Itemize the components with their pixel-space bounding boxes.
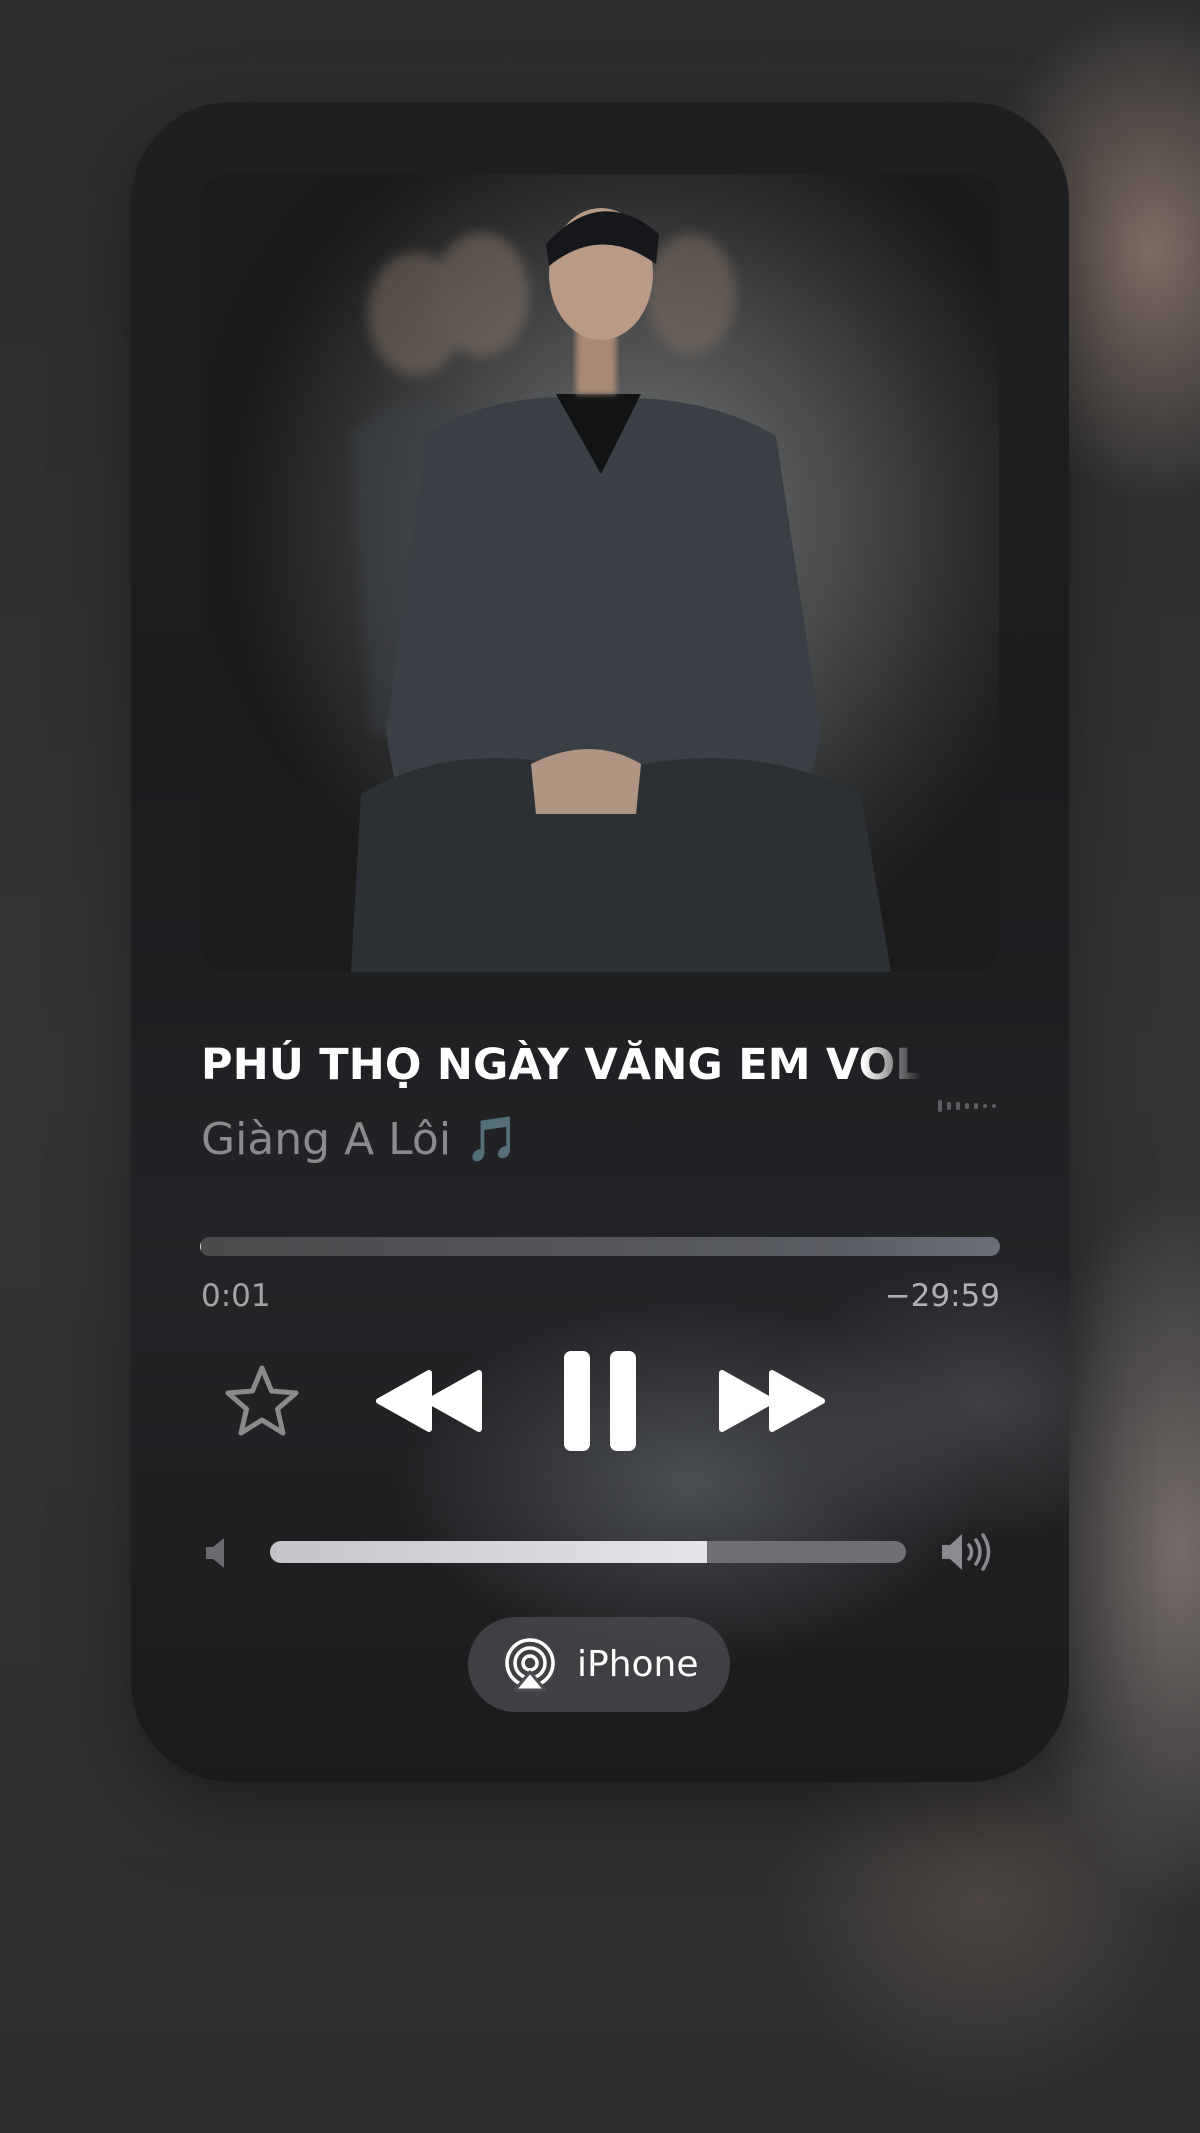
airplay-icon: [505, 1637, 555, 1691]
output-device-label: iPhone: [577, 1644, 699, 1685]
audio-level-icon: [938, 1100, 996, 1112]
album-artwork: [201, 174, 999, 972]
remaining-time: −29:59: [884, 1278, 1000, 1314]
track-title: PHÚ THỌ NGÀY VẮNG EM VOL 10: [201, 1040, 921, 1090]
pause-icon[interactable]: [562, 1349, 638, 1453]
volume-low-icon: [206, 1538, 224, 1568]
star-icon[interactable]: [222, 1362, 302, 1442]
fast-forward-icon[interactable]: [718, 1369, 826, 1433]
artist-name: Giàng A Lôi 🎵: [201, 1114, 520, 1165]
volume-level-fill: [270, 1541, 707, 1563]
playback-scrubber[interactable]: [200, 1237, 1000, 1256]
rewind-icon[interactable]: [375, 1369, 483, 1433]
volume-high-icon: [942, 1533, 991, 1571]
elapsed-time: 0:01: [201, 1278, 271, 1314]
volume-slider[interactable]: [270, 1541, 906, 1563]
airplay-output-button[interactable]: iPhone: [468, 1617, 730, 1712]
